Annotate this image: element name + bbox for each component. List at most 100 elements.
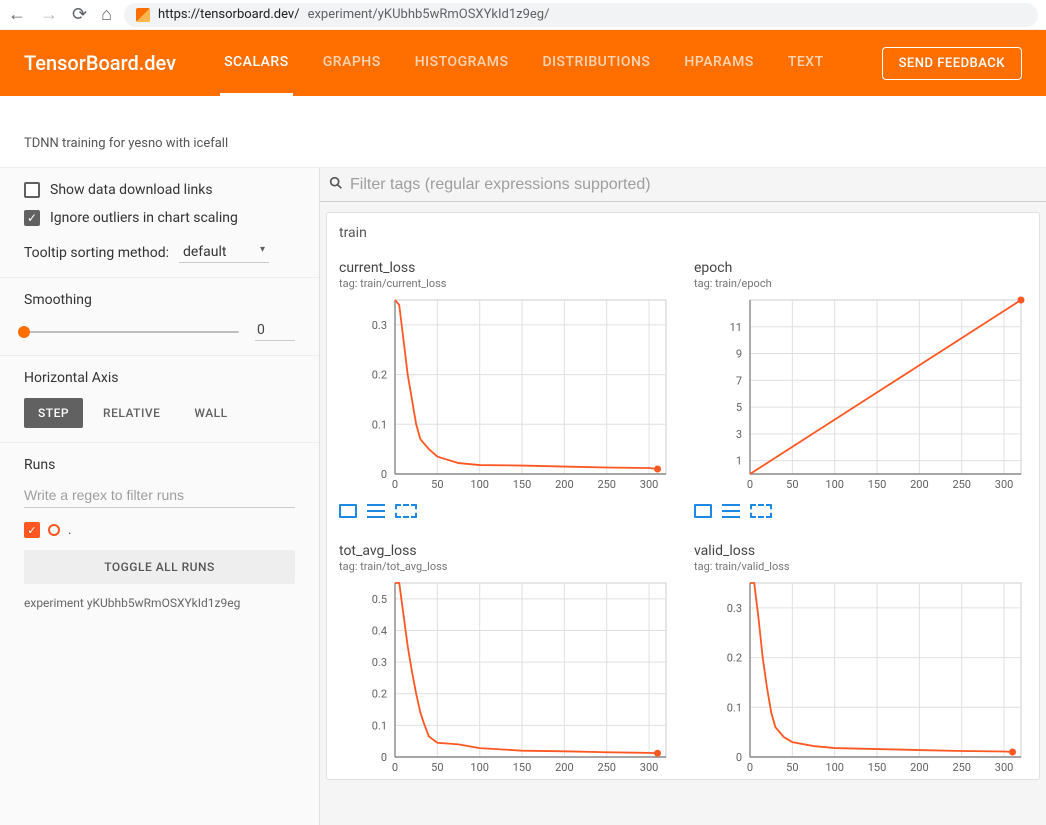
chart-title: tot_avg_loss [339,542,672,560]
search-icon [328,175,344,195]
svg-text:1: 1 [736,455,742,468]
svg-text:50: 50 [786,761,798,774]
svg-text:0: 0 [381,468,387,481]
svg-text:150: 150 [513,478,532,491]
svg-text:0.3: 0.3 [372,656,387,669]
svg-text:3: 3 [736,428,742,441]
chart-tag: tag: train/tot_avg_loss [339,560,672,573]
row-show-download[interactable]: Show data download links [24,182,295,198]
label-horizontal-axis: Horizontal Axis [24,370,295,386]
axis-button-step[interactable]: STEP [24,398,83,428]
url-bar[interactable]: https://tensorboard.dev/experiment/yKUbh… [124,3,1038,27]
home-icon[interactable]: ⌂ [101,6,112,24]
chart-title: epoch [694,259,1027,277]
label-tooltip-sort: Tooltip sorting method: [24,245,169,261]
run-color-icon [48,524,60,536]
svg-text:200: 200 [910,761,929,774]
chart-epoch: epoch tag: train/epoch 13579110501001502… [694,259,1027,524]
slider-thumb[interactable] [18,326,30,338]
svg-text:9: 9 [736,348,742,361]
reload-icon[interactable]: ⟳ [72,6,87,24]
svg-text:100: 100 [470,478,489,491]
fit-domain-icon[interactable] [395,504,417,518]
svg-text:50: 50 [431,478,443,491]
svg-text:0.1: 0.1 [372,720,387,733]
chart-title: valid_loss [694,542,1027,560]
main: Show data download links Ignore outliers… [0,168,1046,825]
label-smoothing: Smoothing [24,292,295,308]
chart-canvas[interactable]: 00.10.20.3050100150200250300 [339,296,672,496]
axis-button-wall[interactable]: WALL [180,398,241,428]
charts-grid: current_loss tag: train/current_loss 00.… [339,259,1027,779]
svg-text:5: 5 [736,401,742,414]
select-tooltip-sort[interactable]: default [179,242,269,263]
label-runs: Runs [24,457,295,473]
svg-text:0: 0 [747,478,753,491]
svg-text:150: 150 [513,761,532,774]
tab-histograms[interactable]: HISTOGRAMS [411,30,513,96]
expand-icon[interactable] [694,504,712,518]
svg-text:150: 150 [868,761,887,774]
chart-toolbar [694,504,1027,524]
svg-text:50: 50 [786,478,798,491]
row-tooltip-sort: Tooltip sorting method: default [24,242,295,263]
content: train current_loss tag: train/current_lo… [320,168,1046,825]
svg-text:300: 300 [995,761,1014,774]
site-icon [136,8,150,22]
svg-text:7: 7 [736,374,742,387]
svg-text:100: 100 [470,761,489,774]
svg-text:100: 100 [825,761,844,774]
svg-text:200: 200 [910,478,929,491]
svg-text:250: 250 [952,478,971,491]
chart-canvas[interactable]: 00.10.20.3050100150200250300 [694,579,1027,779]
svg-text:0.1: 0.1 [372,418,387,431]
back-icon[interactable]: ← [8,6,26,24]
send-feedback-button[interactable]: SEND FEEDBACK [882,47,1022,80]
svg-text:0: 0 [381,751,387,764]
chart-current-loss: current_loss tag: train/current_loss 00.… [339,259,672,524]
svg-text:250: 250 [597,478,616,491]
sidebar-section-smoothing: Smoothing 0 [0,278,319,356]
url-path: experiment/yKUbhb5wRmOSXYkId1z9eg/ [308,7,550,22]
tag-group-card: train current_loss tag: train/current_lo… [326,212,1040,780]
svg-text:0.5: 0.5 [372,593,387,606]
svg-text:0: 0 [736,751,742,764]
checkbox-ignore-outliers[interactable] [24,210,40,226]
toggle-all-runs-button[interactable]: TOGGLE ALL RUNS [24,550,295,584]
expand-icon[interactable] [339,504,357,518]
forward-icon[interactable]: → [40,6,58,24]
chart-valid-loss: valid_loss tag: train/valid_loss 00.10.2… [694,542,1027,779]
tab-hparams[interactable]: HPARAMS [680,30,757,96]
chart-tag: tag: train/valid_loss [694,560,1027,573]
tab-distributions[interactable]: DISTRIBUTIONS [538,30,654,96]
svg-text:0.2: 0.2 [727,652,742,665]
svg-text:200: 200 [555,478,574,491]
tab-graphs[interactable]: GRAPHS [319,30,385,96]
chart-canvas[interactable]: 1357911050100150200250300 [694,296,1027,496]
row-ignore-outliers[interactable]: Ignore outliers in chart scaling [24,210,295,226]
run-item[interactable]: ✓ . [24,522,295,538]
toggle-log-icon[interactable] [367,504,385,518]
logo-text[interactable]: TensorBoard.dev [24,51,176,75]
tab-scalars[interactable]: SCALARS [220,30,293,96]
run-checkbox[interactable]: ✓ [24,522,40,538]
checkbox-show-download[interactable] [24,182,40,198]
chart-tag: tag: train/epoch [694,277,1027,290]
sidebar-section-runs: Runs ✓ . TOGGLE ALL RUNS experiment yKUb… [0,443,319,624]
browser-bar: ← → ⟳ ⌂ https://tensorboard.dev/experime… [0,0,1046,30]
nav-tabs: SCALARS GRAPHS HISTOGRAMS DISTRIBUTIONS … [220,30,828,96]
fit-domain-icon[interactable] [750,504,772,518]
runs-regex-input[interactable] [24,483,295,508]
svg-text:100: 100 [825,478,844,491]
svg-text:0.2: 0.2 [372,688,387,701]
tag-group-title: train [339,225,1027,241]
slider-smoothing[interactable] [24,331,239,333]
svg-text:0: 0 [747,761,753,774]
tab-text[interactable]: TEXT [784,30,828,96]
axis-button-relative[interactable]: RELATIVE [89,398,174,428]
chart-canvas[interactable]: 00.10.20.30.40.5050100150200250300 [339,579,672,779]
svg-text:0: 0 [392,478,398,491]
input-smoothing-value[interactable]: 0 [255,322,295,341]
filter-tags-input[interactable] [350,176,1038,194]
toggle-log-icon[interactable] [722,504,740,518]
